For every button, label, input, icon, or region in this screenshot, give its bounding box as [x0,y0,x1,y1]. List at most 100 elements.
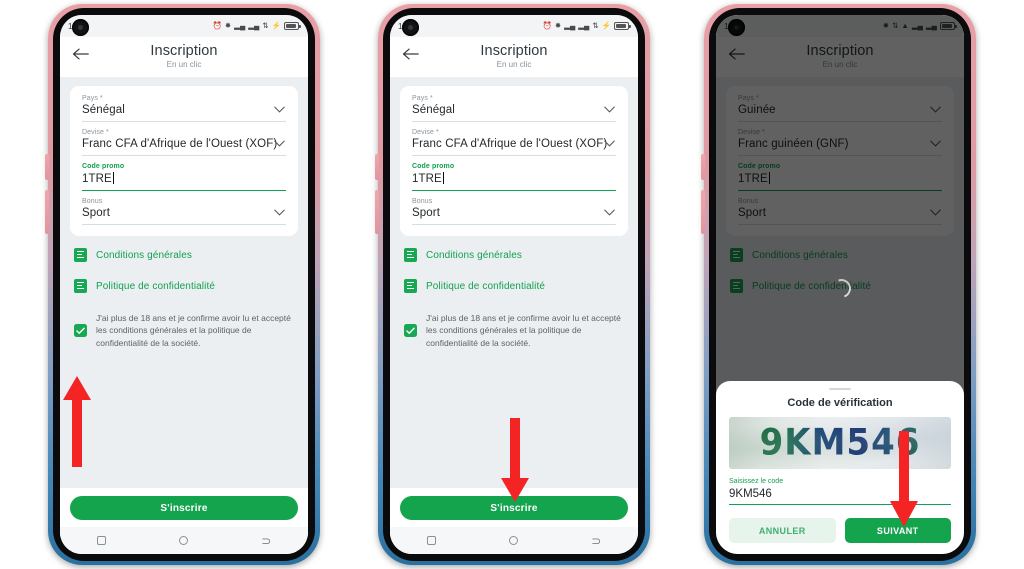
power-button[interactable] [45,190,49,234]
field-bonus[interactable]: Bonus Sport [82,198,286,225]
field-value: Sport [82,207,110,219]
power-button[interactable] [375,190,379,234]
phone-3-screen: 12:03 ✸ ⇅ ▲ ▂▄ ▂▄ Inscription En un clic [716,15,964,554]
field-underline [412,224,616,225]
screenshot-canvas: 12:03 ⏰ ✸ ▂▄ ▂▄ ⇅ ⚡ Inscription En un cl… [0,0,1024,569]
field-underline [82,155,286,156]
field-value: Sport [412,207,440,219]
modal-title: Code de vérification [787,397,893,409]
field-underline [82,189,286,191]
volume-button[interactable] [701,154,705,180]
alarm-icon: ⏰ [542,21,552,31]
cancel-button[interactable]: ANNULER [729,518,836,543]
link-privacy[interactable]: Politique de confidentialité [404,279,624,293]
field-value: Franc CFA d'Afrique de l'Ouest (XOF) [412,138,608,150]
back-arrow-icon[interactable] [402,47,419,61]
document-icon [74,279,87,293]
signup-button[interactable]: S'inscrire [70,496,298,520]
promo-code-value: 1TRE [82,173,112,185]
consent-checkbox[interactable] [74,324,87,337]
consent-row: J'ai plus de 18 ans et je confirme avoir… [70,310,298,349]
charge-icon: ⚡ [271,21,281,31]
circle-nav-icon[interactable] [178,536,188,545]
back-nav-icon[interactable]: ⊃ [261,535,271,547]
link-terms[interactable]: Conditions générales [404,248,624,262]
registration-card: Pays * Sénégal Devise * Franc CFA d'Afri… [70,86,298,236]
page-subtitle: En un clic [166,60,202,69]
signal-icon: ▂▄ [578,21,590,31]
field-underline [412,189,616,191]
back-nav-icon[interactable]: ⊃ [591,535,601,547]
status-bar: 12:03 ⏰ ✸ ▂▄ ▂▄ ⇅ ⚡ [60,15,308,37]
field-value: Sénégal [82,104,125,116]
field-currency[interactable]: Devise * Franc CFA d'Afrique de l'Ouest … [412,129,616,156]
consent-text: J'ai plus de 18 ans et je confirme avoir… [96,313,291,348]
camera-punch-hole [402,19,419,36]
charge-icon: ⚡ [601,21,611,31]
status-icons: ⏰ ✸ ▂▄ ▂▄ ⇅ ⚡ [213,21,301,31]
check-icon [76,327,85,334]
phone-1: 12:03 ⏰ ✸ ▂▄ ▂▄ ⇅ ⚡ Inscription En un cl… [45,4,320,565]
legal-links: Conditions générales Politique de confid… [400,236,628,293]
consent-checkbox[interactable] [404,324,417,337]
chevron-down-icon[interactable] [274,106,285,113]
power-button[interactable] [701,190,705,234]
bluetooth-icon: ✸ [224,21,232,31]
back-arrow-icon[interactable] [72,47,89,61]
link-label: Conditions générales [96,249,192,261]
field-bonus[interactable]: Bonus Sport [412,198,616,225]
text-caret [442,172,444,184]
field-label: Pays * [412,95,433,102]
annotation-arrow-up [60,374,94,469]
field-value: Sénégal [412,104,455,116]
sheet-grabber[interactable] [829,387,851,390]
link-terms[interactable]: Conditions générales [74,248,294,262]
text-caret [112,172,114,184]
volume-button[interactable] [375,154,379,180]
phone-3: 12:03 ✸ ⇅ ▲ ▂▄ ▂▄ Inscription En un clic [701,4,976,565]
consent-text: J'ai plus de 18 ans et je confirme avoir… [426,313,621,348]
page-title: Inscription [480,43,548,59]
phone-2: 12:03 ⏰ ✸ ▂▄ ▂▄ ⇅ ⚡ Inscription En un cl… [375,4,650,565]
chevron-down-icon[interactable] [604,209,615,216]
promo-code-input[interactable]: 1TRE [412,172,616,185]
signal-icon: ▂▄ [234,21,246,31]
square-nav-icon[interactable] [426,536,436,545]
page-title: Inscription [150,43,218,59]
chevron-down-icon[interactable] [604,106,615,113]
field-currency[interactable]: Devise * Franc CFA d'Afrique de l'Ouest … [82,129,286,156]
battery-icon [614,22,631,30]
field-promo-code[interactable]: Code promo 1TRE [412,163,616,191]
data-icon: ⇅ [592,21,599,31]
link-privacy[interactable]: Politique de confidentialité [74,279,294,293]
system-nav-bar: ⊃ [390,527,638,554]
signal-icon: ▂▄ [564,21,576,31]
link-label: Politique de confidentialité [96,280,215,292]
status-bar: 12:03 ⏰ ✸ ▂▄ ▂▄ ⇅ ⚡ [390,15,638,37]
promo-code-value: 1TRE [412,173,442,185]
field-label: Code promo [412,163,455,170]
field-country[interactable]: Pays * Sénégal [82,95,286,122]
square-nav-icon[interactable] [96,536,106,545]
link-label: Politique de confidentialité [426,280,545,292]
field-label: Devise * [82,129,109,136]
field-label: Bonus [412,198,433,205]
bluetooth-icon: ✸ [554,21,562,31]
battery-icon [284,22,301,30]
document-icon [404,248,417,262]
circle-nav-icon[interactable] [508,536,518,545]
chevron-down-icon[interactable] [274,140,285,147]
verification-modal: Code de vérification 9KM546 Saisissez le… [716,380,964,554]
chevron-down-icon[interactable] [604,140,615,147]
annotation-arrow-down [887,429,921,529]
check-icon [406,327,415,334]
field-label: Pays * [82,95,103,102]
annotation-arrow-down [498,416,532,504]
chevron-down-icon[interactable] [274,209,285,216]
field-promo-code[interactable]: Code promo 1TRE [82,163,286,191]
volume-button[interactable] [45,154,49,180]
field-underline [82,224,286,225]
promo-code-input[interactable]: 1TRE [82,172,286,185]
field-country[interactable]: Pays * Sénégal [412,95,616,122]
link-label: Conditions générales [426,249,522,261]
